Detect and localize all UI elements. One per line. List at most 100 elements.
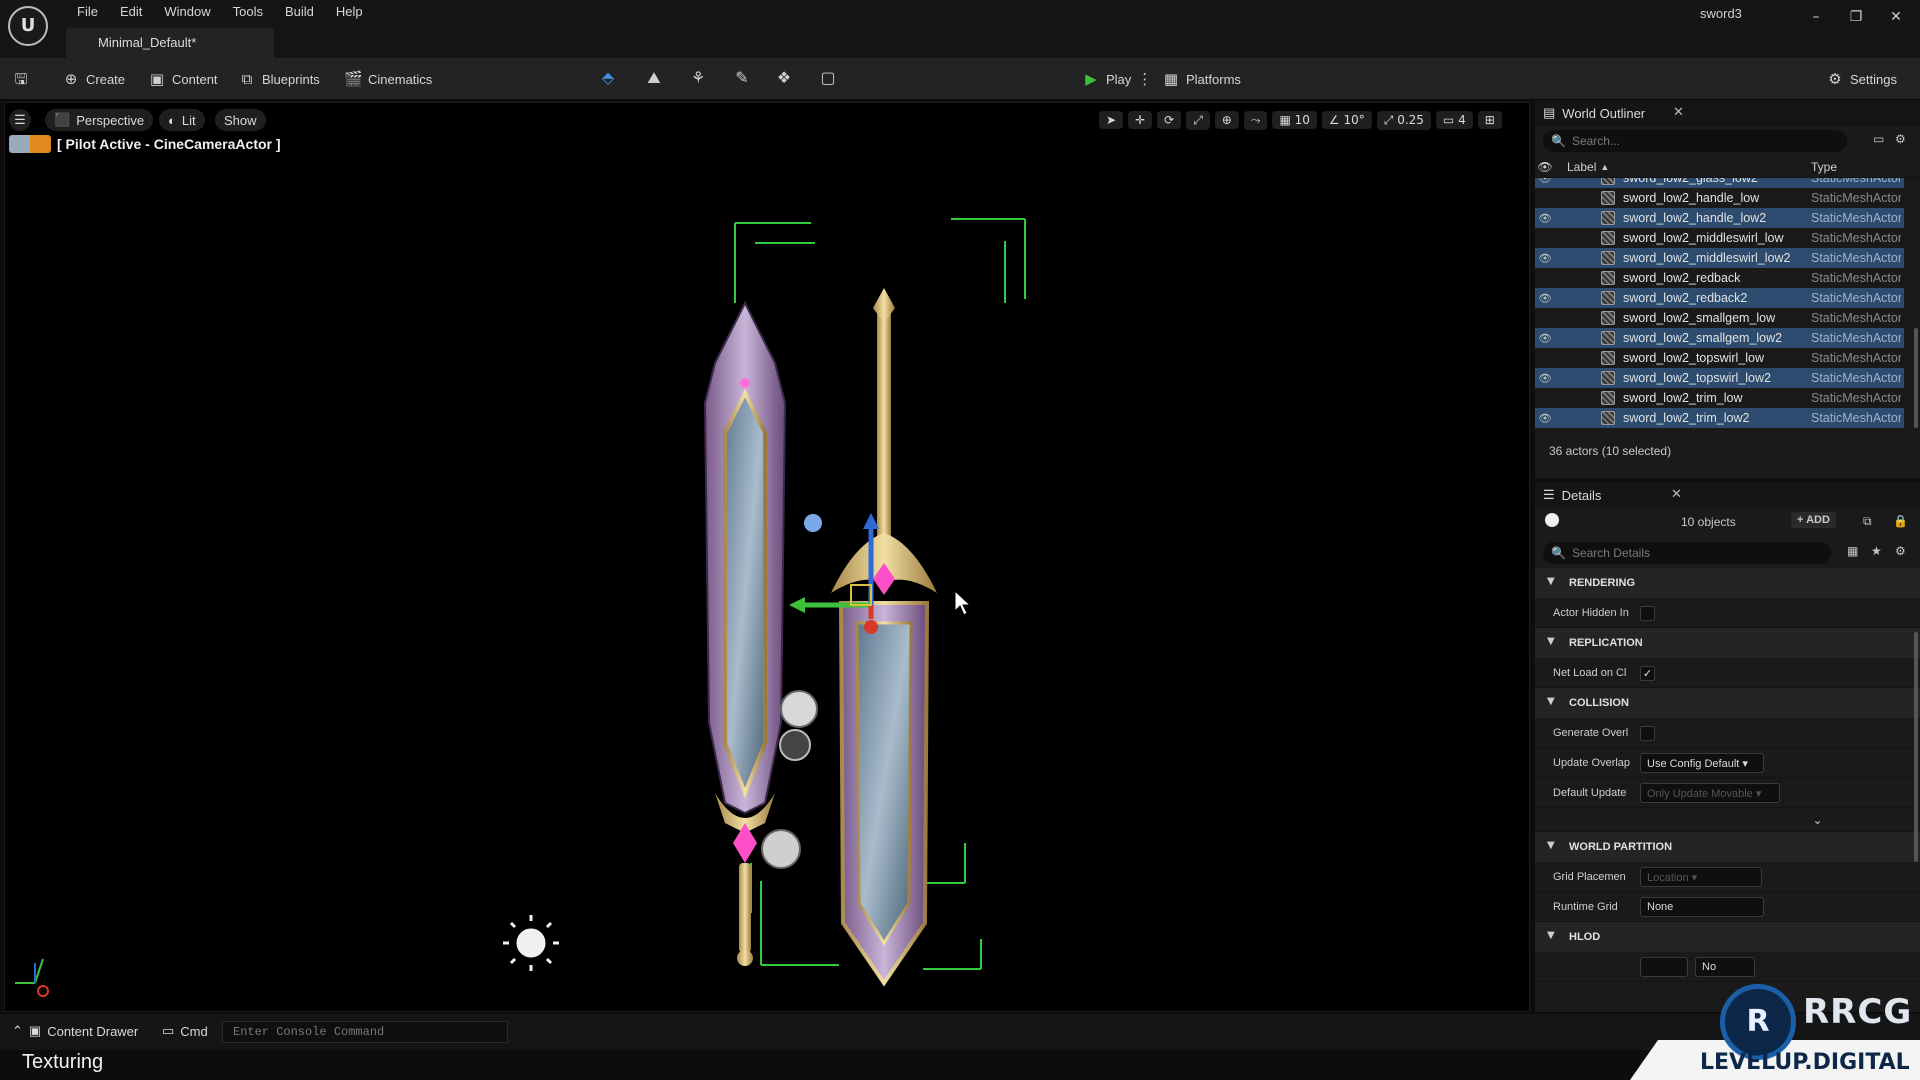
outliner-row[interactable]: 👁 sword_low2_glass_low2 StaticMeshActor <box>1535 178 1904 188</box>
blueprint-icon[interactable]: ⧉ <box>1863 514 1872 529</box>
audio-helper-icon[interactable] <box>779 729 811 761</box>
foliage-mode-icon[interactable]: ⚘ <box>684 66 712 90</box>
cinematics-button[interactable]: 🎬 Cinematics <box>344 66 432 92</box>
create-button[interactable]: ⊕ Create <box>62 66 125 92</box>
document-tab[interactable]: Minimal_Default* <box>66 28 274 58</box>
menu-build[interactable]: Build <box>274 4 325 20</box>
play-button[interactable]: ▶ Play ⋮ <box>1082 66 1152 92</box>
lock-icon[interactable]: 🔒 <box>1893 514 1908 528</box>
restore-icon[interactable]: ❐ <box>1836 2 1876 32</box>
outliner-row[interactable]: sword_low2_smallgem_low StaticMeshActor <box>1535 308 1904 328</box>
content-drawer-button[interactable]: ⌃ ▣ Content Drawer <box>12 1023 138 1039</box>
sword-right-mesh[interactable] <box>831 288 937 987</box>
rotate-tool-icon[interactable]: ⟳ <box>1157 111 1182 129</box>
section-collision[interactable]: ▼ COLLISION <box>1535 688 1920 718</box>
play-options-icon[interactable]: ⋮ <box>1137 70 1152 88</box>
grid-placement-dropdown[interactable]: Location ▾ <box>1640 867 1762 887</box>
generate-overlap-checkbox[interactable] <box>1640 726 1655 741</box>
add-folder-icon[interactable]: ▭ <box>1873 132 1884 146</box>
gear-icon[interactable]: ⚙ <box>1895 132 1906 146</box>
visibility-icon[interactable]: 👁 <box>1535 372 1555 385</box>
outliner-row[interactable]: 👁 sword_low2_topswirl_low2 StaticMeshActor <box>1535 368 1904 388</box>
outliner-row[interactable]: sword_low2_trim_low StaticMeshActor <box>1535 388 1904 408</box>
hlod-value-field[interactable]: No <box>1695 957 1755 977</box>
rotation-snap-button[interactable]: ∠ 10° <box>1321 111 1372 129</box>
fracture-mode-icon[interactable]: ❖ <box>770 66 798 90</box>
sphere-helper-icon[interactable] <box>780 690 818 728</box>
outliner-row[interactable]: 👁 sword_low2_trim_low2 StaticMeshActor <box>1535 408 1904 428</box>
outliner-row[interactable]: 👁 sword_low2_smallgem_low2 StaticMeshActor <box>1535 328 1904 348</box>
surface-snap-icon[interactable]: ⤳ <box>1243 110 1268 130</box>
select-tool-icon[interactable]: ➤ <box>1099 111 1124 129</box>
world-space-icon[interactable]: ⊕ <box>1214 111 1239 129</box>
outliner-row[interactable]: sword_low2_handle_low StaticMeshActor <box>1535 188 1904 208</box>
menu-file[interactable]: File <box>66 4 109 20</box>
section-replication[interactable]: ▼ REPLICATION <box>1535 628 1920 658</box>
column-label[interactable]: Label <box>1567 160 1596 174</box>
hlod-field[interactable] <box>1640 957 1688 977</box>
perspective-button[interactable]: ⬛ Perspective <box>45 109 154 131</box>
visibility-icon[interactable]: 👁 <box>1535 178 1555 185</box>
table-view-icon[interactable]: ▦ <box>1847 544 1858 558</box>
gear-icon[interactable]: ⚙ <box>1895 544 1906 558</box>
outliner-row[interactable]: 👁 sword_low2_middleswirl_low2 StaticMeshAc… <box>1535 248 1904 268</box>
content-button[interactable]: ▣ Content <box>148 66 218 92</box>
update-overlap-dropdown[interactable]: Use Config Default ▾ <box>1640 753 1764 773</box>
show-button[interactable]: Show <box>215 109 266 131</box>
column-type[interactable]: Type <box>1811 160 1837 174</box>
minimize-icon[interactable]: – <box>1796 2 1836 32</box>
viewport-menu-button[interactable]: ☰ <box>9 109 31 131</box>
menu-edit[interactable]: Edit <box>109 4 153 20</box>
translate-tool-icon[interactable]: ✛ <box>1128 111 1153 129</box>
settings-button[interactable]: ⚙ Settings <box>1826 66 1897 92</box>
modeling-mode-icon[interactable]: ▢ <box>814 66 842 90</box>
level-viewport[interactable]: ☰ ⬛ Perspective ◐ Lit Show [ Pilot Active … <box>4 102 1530 1012</box>
visibility-icon[interactable]: 👁 <box>1535 332 1555 345</box>
visibility-icon[interactable]: 👁 <box>1535 160 1555 174</box>
close-tab-icon[interactable]: ✕ <box>1671 486 1682 502</box>
directional-light-icon[interactable] <box>503 915 559 971</box>
add-component-button[interactable]: + ADD <box>1791 512 1836 528</box>
details-search-input[interactable]: 🔍 Search Details <box>1543 542 1831 564</box>
grid-snap-button[interactable]: ▦ 10 <box>1272 111 1317 129</box>
camera-speed-button[interactable]: ▭ 4 <box>1435 111 1473 129</box>
section-rendering[interactable]: ▼ RENDERING <box>1535 568 1920 598</box>
runtime-grid-field[interactable]: None <box>1640 897 1764 917</box>
close-tab-icon[interactable]: ✕ <box>1673 104 1684 120</box>
actor-hidden-checkbox[interactable] <box>1640 606 1655 621</box>
console-input[interactable]: Enter Console Command <box>222 1021 508 1043</box>
camera-pilot-icon[interactable] <box>9 135 51 153</box>
close-icon[interactable]: ✕ <box>1876 2 1916 32</box>
section-hlod[interactable]: ▼ HLOD <box>1535 922 1920 952</box>
select-mode-icon[interactable]: ⬘ <box>594 66 622 90</box>
scale-snap-button[interactable]: ⤢ 0.25 <box>1376 110 1431 130</box>
visibility-icon[interactable]: 👁 <box>1535 412 1555 425</box>
advanced-expander[interactable]: ⌄ <box>1535 808 1920 832</box>
star-icon[interactable]: ★ <box>1871 544 1882 558</box>
net-load-checkbox[interactable]: ✓ <box>1640 666 1655 681</box>
reflection-sphere-icon[interactable] <box>761 829 801 869</box>
outliner-row[interactable]: sword_low2_redback StaticMeshActor <box>1535 268 1904 288</box>
mesh-paint-mode-icon[interactable]: ✎ <box>728 66 756 90</box>
visibility-icon[interactable]: 👁 <box>1535 212 1555 225</box>
save-button[interactable]: 🖫 <box>12 66 30 92</box>
lit-button[interactable]: ◐ Lit <box>159 109 205 131</box>
maximize-viewport-icon[interactable]: ⊞ <box>1477 111 1502 129</box>
details-scrollbar[interactable] <box>1914 632 1918 862</box>
blueprints-button[interactable]: ⧉ Blueprints <box>238 66 320 92</box>
outliner-scrollbar[interactable] <box>1914 328 1918 428</box>
default-update-dropdown[interactable]: Only Update Movable ▾ <box>1640 783 1780 803</box>
outliner-row[interactable]: sword_low2_middleswirl_low StaticMeshActo… <box>1535 228 1904 248</box>
landscape-mode-icon[interactable]: ⛰ <box>640 66 668 90</box>
outliner-row[interactable]: 👁 sword_low2_handle_low2 StaticMeshActor <box>1535 208 1904 228</box>
unreal-logo-icon[interactable]: U <box>8 6 48 46</box>
visibility-icon[interactable]: 👁 <box>1535 292 1555 305</box>
outliner-row[interactable]: sword_low2_topswirl_low StaticMeshActor <box>1535 348 1904 368</box>
menu-window[interactable]: Window <box>153 4 221 20</box>
world-outliner-tab[interactable]: ▤ World Outliner ✕ <box>1535 100 1920 126</box>
cmd-button[interactable]: ▭ Cmd <box>162 1023 208 1039</box>
menu-tools[interactable]: Tools <box>222 4 274 20</box>
visibility-icon[interactable]: 👁 <box>1535 252 1555 265</box>
section-world-partition[interactable]: ▼ WORLD PARTITION <box>1535 832 1920 862</box>
light-helper-icon[interactable] <box>804 514 822 532</box>
